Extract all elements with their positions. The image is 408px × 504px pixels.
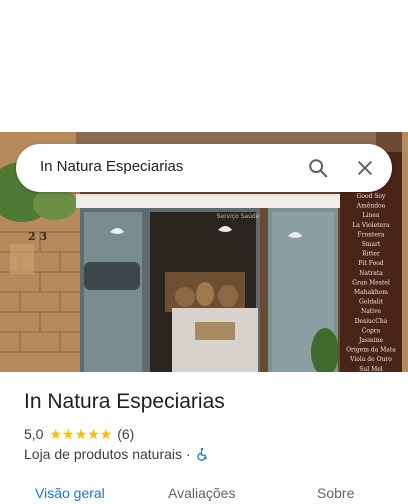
sign-product-text: Mahakhom [354, 289, 388, 296]
sign-product-text: Frontera [358, 231, 385, 238]
search-icon [309, 159, 328, 178]
sign-product-text: Natrata [359, 270, 383, 277]
tab-overview[interactable]: Visão geral [35, 485, 105, 501]
star-rating-icon: ★★★★★ [49, 425, 113, 442]
sign-product-text: Viola de Ouro [349, 356, 392, 363]
search-input[interactable]: In Natura Especiarias [40, 158, 183, 175]
sign-product-text: Good Soy [357, 193, 386, 200]
review-count[interactable]: (6) [117, 426, 134, 442]
sign-product-text: Goldalit [359, 299, 384, 306]
wheelchair-icon [197, 448, 207, 461]
sign-product-text: Linea [363, 212, 380, 219]
search-bar[interactable]: In Natura Especiarias [16, 144, 392, 192]
sign-product-text: Fit Food [358, 260, 383, 267]
separator-dot: · [186, 446, 191, 462]
sign-product-text: Sul Mel [359, 366, 382, 372]
sign-product-text: Origem da Mata [346, 347, 396, 354]
close-icon [358, 161, 372, 175]
rating-row[interactable]: 5,0 ★★★★★ (6) [24, 424, 134, 444]
sign-product-text: Amêndoa [356, 203, 386, 210]
sign-product-text: Smart [362, 241, 381, 248]
sign-product-text: La Violetera [352, 222, 390, 229]
rating-value: 5,0 [24, 426, 44, 442]
place-category: Loja de produtos naturais [24, 446, 182, 462]
sign-caption: Serviço Saúde [217, 213, 260, 220]
sign-product-text: Native [361, 308, 382, 315]
close-button[interactable] [349, 152, 381, 184]
place-tabs: Visão geral Avaliações Sobre [0, 478, 408, 504]
sign-product-text: Jasmine [358, 337, 384, 344]
tab-about[interactable]: Sobre [317, 485, 354, 501]
svg-text:2 3: 2 3 [28, 230, 47, 243]
category-row: Loja de produtos naturais · [24, 445, 209, 463]
tab-reviews[interactable]: Avaliações [168, 485, 235, 501]
sign-product-text: Ritter [362, 251, 380, 258]
place-title: In Natura Especiarias [24, 390, 225, 413]
sign-product-text: DesiucChá [355, 318, 388, 325]
search-button[interactable] [302, 152, 334, 184]
sign-product-text: Gran Mestel [352, 279, 390, 286]
sign-product-text: Copra [362, 327, 381, 334]
